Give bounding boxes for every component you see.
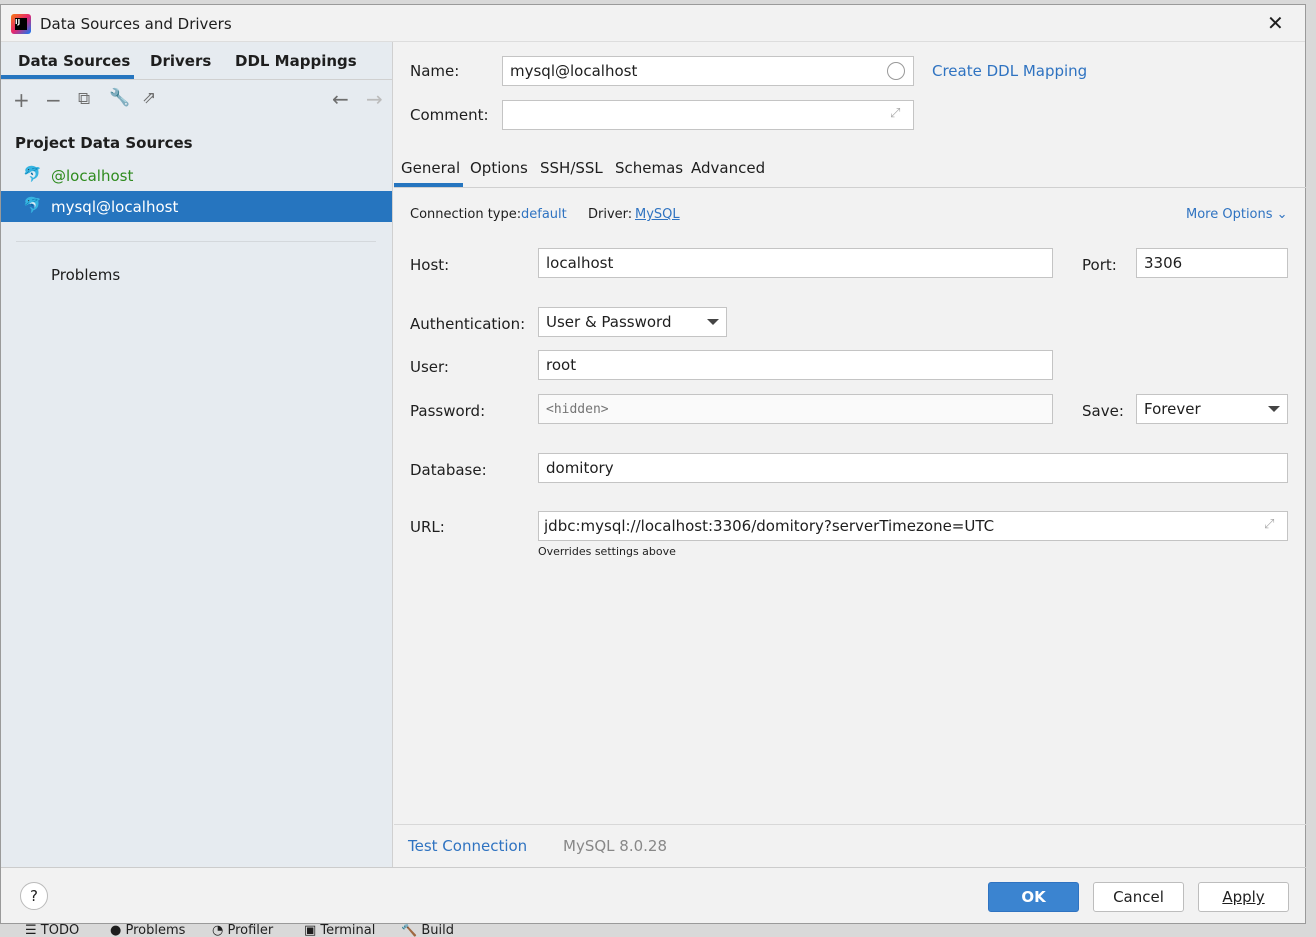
tool-window-bar: ☰ TODO ● Problems ◔ Profiler ▣ Terminal … [0,924,1316,937]
forward-icon[interactable]: → [366,87,383,111]
tab-ddl-mappings[interactable]: DDL Mappings [235,52,357,70]
save-select[interactable]: Forever [1136,394,1288,424]
taskbar-todo[interactable]: ☰ TODO [25,924,79,937]
driver-link[interactable]: MySQL [635,207,680,222]
tab-schemas[interactable]: Schemas [615,159,683,177]
cancel-button[interactable]: Cancel [1093,882,1184,912]
url-label: URL: [410,518,445,536]
list-item-label: @localhost [51,167,134,185]
ok-button[interactable]: OK [988,882,1079,912]
comment-label: Comment: [410,106,489,124]
tab-options[interactable]: Options [470,159,528,177]
create-ddl-mapping-link[interactable]: Create DDL Mapping [932,62,1087,80]
connection-type-label: Connection type: [410,207,522,222]
section-title: Project Data Sources [15,134,193,152]
problems-item[interactable]: Problems [51,266,120,284]
password-input[interactable] [538,394,1053,424]
dropdown-caret-icon [1268,406,1280,412]
apply-button[interactable]: Apply [1198,882,1289,912]
tab-advanced[interactable]: Advanced [691,159,765,177]
dialog: IJ Data Sources and Drivers ✕ Data Sourc… [0,4,1306,924]
driver-label: Driver: [588,207,633,222]
comment-input[interactable] [502,100,914,130]
tab-data-sources[interactable]: Data Sources [18,52,130,70]
taskbar-problems[interactable]: ● Problems [110,924,185,937]
dropdown-caret-icon [707,319,719,325]
authentication-label: Authentication: [410,315,526,333]
close-icon[interactable]: ✕ [1267,11,1284,35]
taskbar-terminal[interactable]: ▣ Terminal [304,924,375,937]
taskbar-profiler[interactable]: ◔ Profiler [212,924,273,937]
port-input[interactable] [1136,248,1288,278]
mysql-dolphin-icon: 🐬 [23,165,42,183]
password-label: Password: [410,402,486,420]
list-item-label: mysql@localhost [51,198,179,216]
tab-ssh-ssl[interactable]: SSH/SSL [540,159,603,177]
color-circle-icon[interactable] [887,62,905,80]
list-item-selected[interactable]: 🐬 mysql@localhost [1,191,392,222]
test-connection-link[interactable]: Test Connection [408,837,527,855]
more-options-link[interactable]: More Options ⌄ [1186,207,1288,222]
left-panel: Data Sources Drivers DDL Mappings + − ⧉ … [1,42,393,868]
expand-icon[interactable]: ⤢ [1264,517,1274,532]
url-hint: Overrides settings above [538,545,676,558]
name-label: Name: [410,62,460,80]
user-label: User: [410,358,449,376]
list-item[interactable]: 🐬 @localhost [1,160,392,191]
save-label: Save: [1082,402,1124,420]
add-icon[interactable]: + [13,88,30,112]
chevron-down-icon: ⌄ [1276,207,1288,222]
database-label: Database: [410,461,487,479]
name-input[interactable] [502,56,914,86]
user-input[interactable] [538,350,1053,380]
expand-icon[interactable]: ⤢ [890,106,900,121]
tab-general[interactable]: General [401,159,460,177]
database-input[interactable] [538,453,1288,483]
tab-drivers[interactable]: Drivers [150,52,211,70]
remove-icon[interactable]: − [45,88,62,112]
url-input[interactable] [538,511,1288,541]
duplicate-icon[interactable]: ⧉ [78,89,90,109]
wrench-icon[interactable]: 🔧 [109,88,130,108]
connection-type-link[interactable]: default [521,207,567,222]
back-icon[interactable]: ← [332,87,349,111]
host-label: Host: [410,256,450,274]
mysql-dolphin-icon: 🐬 [23,196,42,214]
host-input[interactable] [538,248,1053,278]
title-bar: IJ Data Sources and Drivers ✕ [1,5,1305,42]
export-icon[interactable]: ⇗ [142,88,156,108]
authentication-select[interactable]: User & Password [538,307,727,337]
app-logo-icon: IJ [11,14,31,34]
server-version: MySQL 8.0.28 [563,837,667,855]
port-label: Port: [1082,256,1117,274]
help-button[interactable]: ? [20,882,48,910]
taskbar-build[interactable]: 🔨 Build [401,924,454,937]
window-title: Data Sources and Drivers [40,15,232,33]
